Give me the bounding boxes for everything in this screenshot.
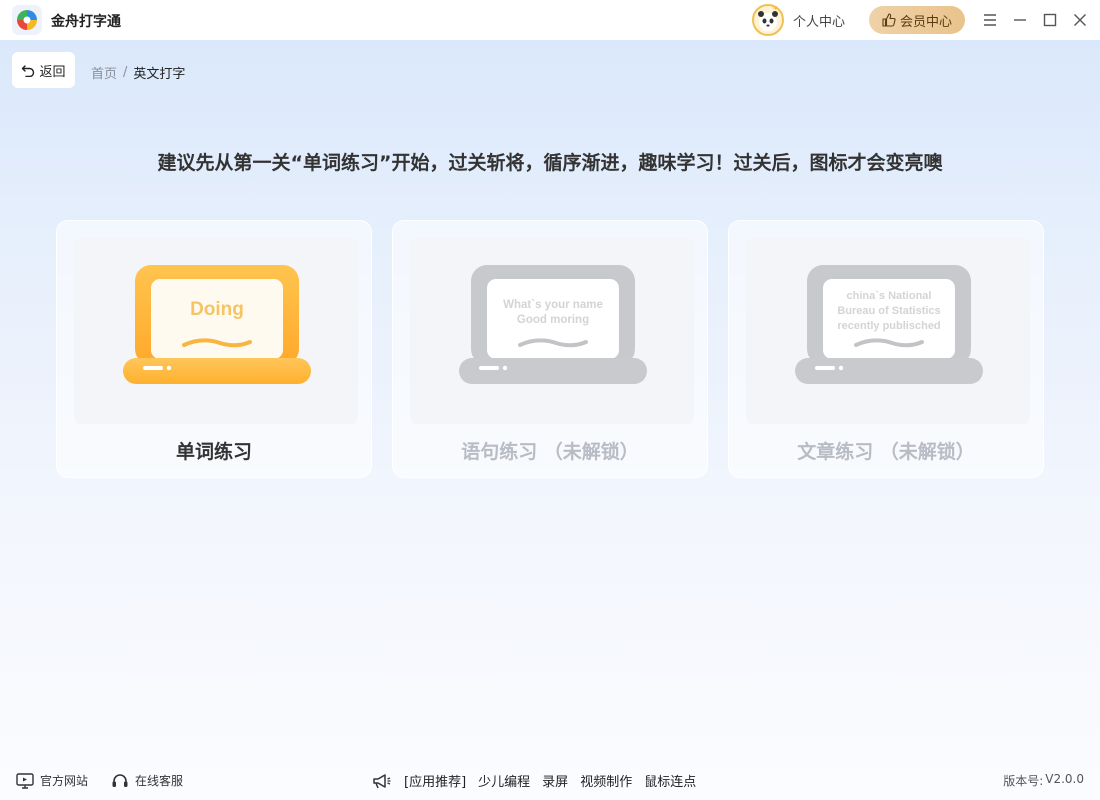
card-illustration: What`s your name Good moring [410, 238, 694, 424]
monitor-icon [16, 772, 34, 789]
headset-icon [112, 773, 128, 787]
card-label: 文章练习 （未解锁） [797, 441, 975, 463]
screen-text: recently publisched [837, 320, 940, 332]
promo-link-video-maker[interactable]: 视频制作 [580, 771, 632, 790]
screen-text: Bureau of Statistics [837, 305, 940, 317]
official-website-label: 官方网站 [40, 774, 89, 788]
card-illustration: china`s National Bureau of Statistics re… [746, 238, 1030, 424]
title-bar: 金舟打字通 个人中心 会员中心 [0, 0, 1100, 40]
breadcrumb: 首页 / 英文打字 [91, 63, 185, 82]
promo-link-kids-coding[interactable]: 少儿编程 [478, 771, 530, 790]
laptop-locked-icon: What`s your name Good moring [459, 265, 647, 384]
maximize-icon[interactable] [1040, 10, 1060, 30]
sentence-practice-card[interactable]: What`s your name Good moring 语句练习 （未解锁） [392, 220, 708, 478]
app-logo-icon [12, 5, 42, 35]
minimize-icon[interactable] [1010, 10, 1030, 30]
close-icon[interactable] [1070, 10, 1090, 30]
card-label: 单词练习 [175, 441, 252, 463]
app-recommendations: [应用推荐] 少儿编程 录屏 视频制作 鼠标连点 [372, 771, 696, 790]
official-website-link[interactable]: 官方网站 [16, 772, 88, 789]
vip-center-label: 会员中心 [899, 14, 952, 30]
laptop-icon: Doing [123, 265, 311, 384]
screen-text: china`s National [847, 290, 932, 302]
personal-center-link[interactable]: 个人中心 [793, 11, 845, 30]
thumbs-up-icon [882, 13, 896, 27]
breadcrumb-current: 英文打字 [133, 67, 186, 82]
version-value: V2.0.0 [1045, 772, 1084, 786]
word-practice-card[interactable]: Doing 单词练习 [56, 220, 372, 478]
online-support-link[interactable]: 在线客服 [111, 772, 183, 789]
card-illustration: Doing [74, 238, 358, 424]
menu-icon[interactable] [980, 10, 1000, 30]
promo-title: [应用推荐] [404, 775, 467, 790]
guidance-text: 建议先从第一关“单词练习”开始，过关斩将，循序渐进，趣味学习！过关后，图标才会变… [157, 152, 943, 174]
laptop-locked-icon: china`s National Bureau of Statistics re… [795, 265, 983, 384]
version-info: 版本号: V2.0.0 [1003, 772, 1084, 789]
screen-text: Doing [190, 299, 244, 320]
undo-arrow-icon [22, 65, 35, 77]
screen-text: What`s your name [503, 299, 603, 311]
breadcrumb-home[interactable]: 首页 [91, 63, 117, 82]
promo-link-auto-clicker[interactable]: 鼠标连点 [644, 771, 696, 790]
article-practice-card[interactable]: china`s National Bureau of Statistics re… [728, 220, 1044, 478]
vip-center-button[interactable]: 会员中心 [869, 6, 965, 34]
breadcrumb-separator: / [123, 65, 128, 80]
megaphone-icon [373, 773, 391, 788]
promo-link-screen-recorder[interactable]: 录屏 [542, 771, 568, 790]
version-label: 版本号: [1003, 774, 1044, 788]
avatar[interactable] [752, 4, 784, 36]
online-support-label: 在线客服 [135, 774, 184, 788]
screen-text: Good moring [517, 314, 589, 326]
app-title: 金舟打字通 [51, 14, 121, 30]
back-label: 返回 [39, 64, 66, 80]
card-label: 语句练习 （未解锁） [461, 441, 639, 463]
back-button[interactable]: 返回 [12, 52, 75, 88]
